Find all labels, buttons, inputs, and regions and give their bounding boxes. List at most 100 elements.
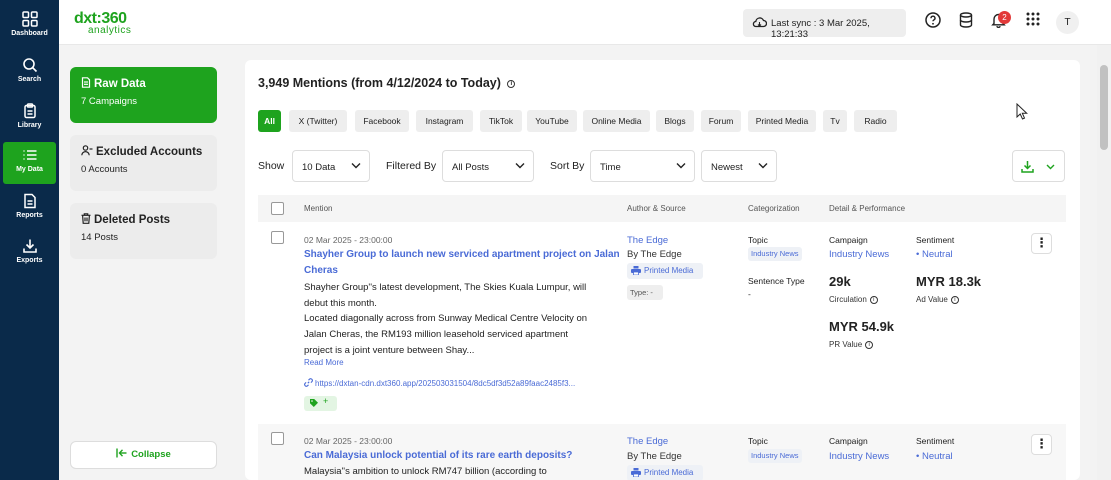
tab-blogs[interactable]: Blogs	[656, 110, 694, 132]
nav-exports[interactable]: Exports	[0, 233, 59, 275]
row-date: 02 Mar 2025 - 23:00:00	[304, 436, 393, 446]
topic-badge[interactable]: Industry News	[748, 449, 802, 463]
chevron-down-icon	[351, 163, 361, 169]
row-body-line: Located diagonally across from Sunway Me…	[304, 313, 588, 325]
read-more-link[interactable]: Read More	[304, 358, 344, 367]
filter-select[interactable]: All Posts	[442, 150, 534, 182]
select-all-checkbox[interactable]	[271, 202, 284, 215]
help-icon[interactable]	[925, 12, 941, 28]
brand-logo[interactable]: dxt:360 analytics	[74, 10, 131, 36]
row-menu-button[interactable]: ⋮	[1031, 233, 1052, 254]
sort-select[interactable]: Time	[590, 150, 695, 182]
col-detail: Detail & Performance	[829, 204, 906, 213]
nav-search[interactable]: Search	[0, 52, 59, 94]
printer-icon	[631, 468, 641, 477]
campaign-value[interactable]: Industry News	[829, 249, 889, 260]
info-icon[interactable]: i	[865, 340, 874, 349]
grid-icon	[21, 11, 38, 27]
collapse-left-icon	[116, 448, 127, 458]
col-author: Author & Source	[627, 204, 686, 213]
row-body: Malaysia''s ambition to unlock RM747 bil…	[304, 466, 547, 477]
info-icon[interactable]: i	[507, 79, 516, 88]
nav-rail: Dashboard Search Library My Data Reports…	[0, 0, 59, 480]
row-body: Shayher Group''s latest development, The…	[304, 280, 622, 359]
table-header: Mention Author & Source Categorization D…	[258, 195, 1066, 222]
order-select[interactable]: Newest	[701, 150, 777, 182]
tab-printed-media[interactable]: Printed Media	[748, 110, 816, 132]
row-title[interactable]: Can Malaysia unlock potential of its rar…	[304, 448, 624, 464]
source-badge-label: Printed Media	[644, 468, 694, 477]
collapse-label: Collapse	[131, 449, 171, 460]
tab-tv[interactable]: Tv	[823, 110, 847, 132]
nav-reports[interactable]: Reports	[0, 188, 59, 230]
report-icon	[23, 193, 36, 209]
nav-my-data-label: My Data	[16, 166, 43, 173]
show-select[interactable]: 10 Data	[292, 150, 370, 182]
sentence-type-label: Sentence Type	[748, 276, 805, 286]
filter-label: Filtered By	[386, 160, 437, 172]
type-badge[interactable]: Type: -	[627, 285, 663, 300]
info-icon[interactable]: i	[950, 295, 959, 304]
sentence-type-value: -	[748, 289, 751, 299]
tab-forum[interactable]: Forum	[701, 110, 741, 132]
sentiment-value[interactable]: • Neutral	[916, 249, 953, 260]
row-body-line: project is a joint venture between Shay.…	[304, 344, 475, 356]
author-name[interactable]: The Edge	[627, 436, 668, 447]
avatar[interactable]: T	[1056, 11, 1079, 34]
tab-radio[interactable]: Radio	[854, 110, 897, 132]
excluded-accounts-label: Excluded Accounts	[96, 146, 203, 158]
sync-status[interactable]: Last sync : 3 Mar 2025, 13:21:33	[743, 9, 906, 40]
excluded-accounts-card[interactable]: Excluded Accounts 0 Accounts	[70, 135, 217, 191]
col-mention: Mention	[304, 204, 333, 213]
download-button[interactable]	[1012, 150, 1065, 182]
database-icon[interactable]	[959, 12, 973, 28]
notification-badge: 2	[998, 11, 1011, 24]
row-checkbox[interactable]	[271, 231, 284, 244]
sentiment-text: Neutral	[921, 249, 953, 260]
ad-value-label-text: Ad Value	[916, 295, 948, 304]
nav-dashboard[interactable]: Dashboard	[0, 6, 59, 48]
tab-tiktok[interactable]: TikTok	[480, 110, 522, 132]
tab-youtube[interactable]: YouTube	[527, 110, 577, 132]
ad-value: MYR 18.3k	[916, 274, 982, 289]
nav-my-data[interactable]: My Data	[3, 142, 56, 184]
sort-label: Sort By	[550, 160, 585, 172]
pr-value-label-text: PR Value	[829, 340, 863, 349]
row-menu-button[interactable]: ⋮	[1031, 434, 1052, 455]
apps-grid-icon[interactable]	[1026, 12, 1040, 26]
sort-value: Time	[600, 162, 621, 173]
cloud-sync-icon	[752, 17, 767, 28]
nav-library[interactable]: Library	[0, 98, 59, 140]
author-name[interactable]: The Edge	[627, 235, 668, 246]
collapse-button[interactable]: Collapse	[70, 441, 217, 469]
add-tag-button[interactable]: +	[304, 396, 337, 411]
deleted-posts-title: Deleted Posts	[81, 213, 206, 226]
nav-exports-label: Exports	[16, 257, 43, 264]
tab-online-media[interactable]: Online Media	[583, 110, 650, 132]
mentions-panel: 3,949 Mentions (from 4/12/2024 to Today)…	[245, 60, 1080, 480]
tab-instagram[interactable]: Instagram	[416, 110, 473, 132]
chevron-down-icon	[676, 163, 686, 169]
campaign-value[interactable]: Industry News	[829, 451, 889, 462]
page-scrollbar-thumb[interactable]	[1100, 65, 1108, 150]
raw-data-card[interactable]: Raw Data 7 Campaigns	[70, 67, 217, 123]
topic-badge[interactable]: Industry News	[748, 247, 802, 261]
document-icon	[81, 77, 91, 88]
trash-icon	[81, 213, 91, 224]
ad-value-label: Ad Value i	[916, 295, 959, 304]
tab-all[interactable]: All	[258, 110, 281, 132]
source-link[interactable]: https://dxtan-cdn.dxt360.app/20250303150…	[304, 378, 575, 388]
row-checkbox[interactable]	[271, 432, 284, 445]
tag-icon	[310, 399, 318, 407]
row-title[interactable]: Shayher Group to launch new serviced apa…	[304, 247, 624, 278]
row-date: 02 Mar 2025 - 23:00:00	[304, 235, 393, 245]
deleted-posts-card[interactable]: Deleted Posts 14 Posts	[70, 203, 217, 259]
sentiment-value[interactable]: • Neutral	[916, 451, 953, 462]
link-icon	[304, 378, 313, 387]
tab-facebook[interactable]: Facebook	[355, 110, 409, 132]
excluded-accounts-title: Excluded Accounts	[81, 145, 206, 158]
tab-x-twitter[interactable]: X (Twitter)	[289, 110, 347, 132]
excluded-accounts-count: 0 Accounts	[81, 164, 128, 175]
nav-dashboard-label: Dashboard	[11, 30, 48, 37]
info-icon[interactable]: i	[869, 295, 878, 304]
